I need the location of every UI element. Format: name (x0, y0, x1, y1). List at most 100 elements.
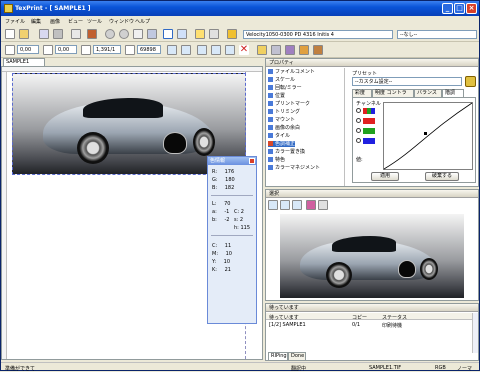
queue-job-status: 印刷待機 (382, 323, 403, 329)
open-icon[interactable] (19, 29, 29, 39)
close-icon[interactable]: × (466, 3, 477, 14)
menu-view[interactable]: ビュー (68, 18, 83, 25)
save-icon[interactable] (53, 29, 63, 39)
apply-button[interactable]: 適用 (371, 172, 399, 181)
stack-icon[interactable] (313, 45, 323, 55)
tree-item-mount[interactable]: マウント (268, 117, 295, 123)
menu-help[interactable]: ヘルプ (135, 18, 150, 25)
scale-field[interactable]: 69898 (137, 45, 161, 54)
menu-window[interactable]: ウィンドウ (109, 18, 134, 25)
zoom-icon[interactable] (209, 29, 219, 39)
preset-select[interactable]: --なし-- (397, 30, 477, 39)
tree-splitter[interactable] (344, 68, 345, 186)
frame-icon[interactable] (133, 29, 143, 39)
color-icon[interactable] (285, 45, 295, 55)
view-grid-icon[interactable] (292, 200, 302, 210)
info-close-icon[interactable] (249, 158, 255, 164)
tab-document[interactable]: SAMPLE1 (3, 58, 45, 66)
minimize-icon[interactable]: _ (442, 3, 453, 14)
arrow-left-icon[interactable] (5, 45, 15, 55)
layout-icon[interactable] (87, 29, 97, 39)
tab-saturation[interactable]: 彩度 (352, 89, 372, 97)
tab-done[interactable]: Done (288, 352, 306, 360)
circle-icon[interactable] (105, 29, 115, 39)
view-double-icon[interactable] (280, 200, 290, 210)
col-waiting[interactable]: 待っています (269, 314, 299, 321)
tree-item-spot-color[interactable]: 特色 (268, 157, 285, 163)
tree-item-comment[interactable]: ファイルコメント (268, 69, 315, 75)
channel-radio-red[interactable] (356, 118, 361, 123)
align-icon[interactable] (167, 45, 177, 55)
tab-curves[interactable]: 階調 (442, 89, 464, 97)
page-icon[interactable] (71, 29, 81, 39)
ellipse-icon[interactable] (119, 29, 129, 39)
selection-preview (280, 214, 464, 298)
duplicate-icon[interactable] (197, 45, 207, 55)
tab-brightness[interactable]: 明度 コントラスト (372, 89, 414, 103)
queue-scrollbar[interactable] (472, 313, 478, 353)
scale-icon[interactable] (125, 45, 135, 55)
channel-radio-blue[interactable] (356, 138, 361, 143)
paste-icon[interactable] (225, 45, 235, 55)
tree-item-color-replace[interactable]: カラー置き換 (268, 149, 305, 155)
print-queue-icon[interactable] (257, 45, 267, 55)
menu-tools[interactable]: ツール (87, 18, 102, 25)
canvas-area[interactable]: 色情報 R: 176 G: 180 B: 182 L: 70 a: -1 b: … (1, 66, 263, 360)
curve-graph[interactable] (383, 102, 473, 170)
preset-save-icon[interactable] (465, 76, 476, 87)
window-title: TexPrint - [ SAMPLE1 ] (15, 5, 91, 12)
zoom-field[interactable]: 1,391/1 (93, 45, 121, 54)
tree-item-color-correction[interactable]: 色調補正 (268, 141, 296, 147)
main-toolbar: Velocity1050-0300 PD 4316 Initis 4 --なし-… (1, 26, 479, 42)
printer-select[interactable]: Velocity1050-0300 PD 4316 Initis 4 (243, 30, 393, 39)
tree-item-color-management[interactable]: カラーマネジメント (268, 165, 320, 171)
new-icon[interactable] (5, 29, 15, 39)
copy-icon[interactable] (211, 45, 221, 55)
view-single-icon[interactable] (268, 200, 278, 210)
width-icon[interactable] (81, 45, 91, 55)
tree-item-rotate[interactable]: 回転/ミラー (268, 85, 302, 91)
menu-edit[interactable]: 編集 (31, 18, 41, 25)
maximize-icon[interactable]: □ (454, 3, 465, 14)
reset-button[interactable]: 破棄する (425, 172, 459, 181)
color-info-panel[interactable]: 色情報 R: 176 G: 180 B: 182 L: 70 a: -1 b: … (207, 156, 257, 324)
tree-item-margin[interactable]: 画像の余白 (268, 125, 300, 131)
x-position-field[interactable]: 0,00 (17, 45, 39, 54)
funnel-icon[interactable] (227, 29, 237, 39)
menu-image[interactable]: 画像 (50, 18, 60, 25)
title-bar[interactable]: TexPrint - [ SAMPLE1 ] _ □ × (1, 1, 479, 16)
arrow-down-icon[interactable] (43, 45, 53, 55)
view-color-icon[interactable] (306, 200, 316, 210)
channel-radio-green[interactable] (356, 128, 361, 133)
view-options-icon[interactable] (318, 200, 328, 210)
col-copies[interactable]: コピー (352, 314, 367, 321)
info-row-g: G: 180 (212, 177, 235, 183)
tree-item-trimming[interactable]: トリミング (268, 109, 300, 115)
folder-icon[interactable] (195, 29, 205, 39)
selection-panel: 選択 (265, 189, 479, 301)
channel-label: チャンネル (356, 101, 381, 107)
tree-item-tile[interactable]: タイル (268, 133, 290, 139)
channel-radio-rgb[interactable] (356, 108, 361, 113)
scale-icon (268, 77, 273, 82)
preset-dropdown[interactable]: --カスタム設定-- (352, 77, 462, 86)
tree-item-print-mark[interactable]: プリントマーク (268, 101, 310, 107)
table-row[interactable]: [1/2] SAMPLE1 0/1 印刷待機 (266, 321, 472, 329)
delete-icon[interactable]: ✕ (239, 45, 249, 55)
menu-file[interactable]: ファイル (5, 18, 25, 25)
rip-icon[interactable] (271, 45, 281, 55)
tree-item-scale[interactable]: スケール (268, 77, 295, 83)
tab-riping[interactable]: RIPing (268, 352, 288, 360)
y-position-field[interactable]: 0,00 (55, 45, 77, 54)
grid-icon[interactable] (147, 29, 157, 39)
tree-item-position[interactable]: 位置 (268, 93, 285, 99)
tools-icon[interactable] (299, 45, 309, 55)
info-row-yellow: Y: 10 (212, 259, 231, 265)
comment-icon (268, 69, 273, 74)
col-status[interactable]: ステータス (382, 314, 407, 321)
fit-icon[interactable] (177, 29, 187, 39)
select-tool-icon[interactable] (163, 29, 173, 39)
tab-balance[interactable]: バランス (414, 89, 442, 97)
page-settings-icon[interactable] (181, 45, 191, 55)
print-icon[interactable] (39, 29, 49, 39)
